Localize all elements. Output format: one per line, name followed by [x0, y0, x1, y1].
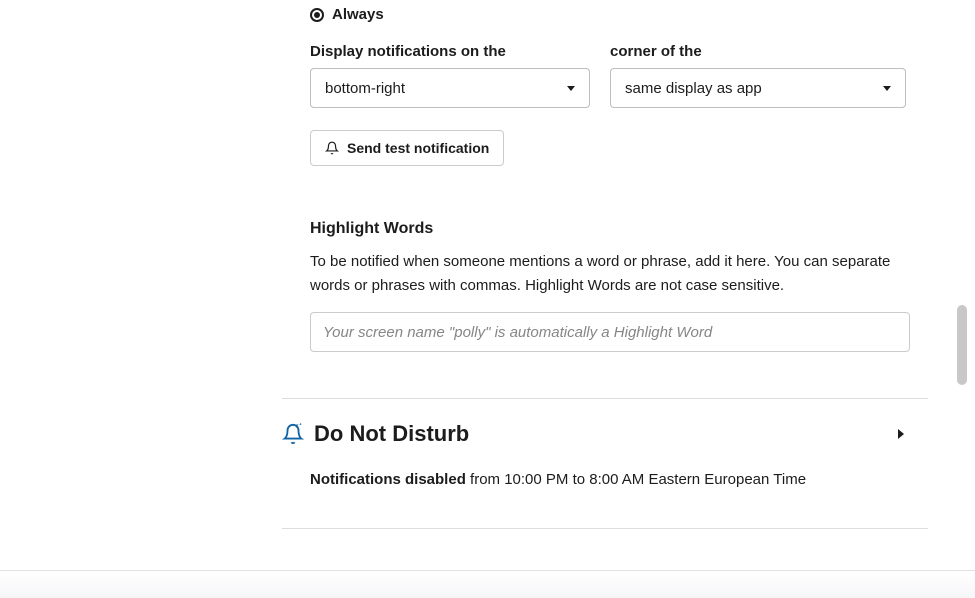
radio-always-label: Always — [332, 6, 384, 23]
send-test-notification-button[interactable]: Send test notification — [310, 130, 504, 166]
svg-text:z: z — [299, 423, 302, 426]
highlight-words-description: To be notified when someone mentions a w… — [310, 250, 910, 298]
chevron-right-icon — [898, 429, 904, 439]
notification-display-value: same display as app — [625, 80, 762, 97]
scrollbar-thumb[interactable] — [957, 305, 967, 385]
bottom-edge — [0, 570, 975, 598]
display-label-part1: Display notifications on the — [310, 43, 590, 60]
section-divider — [282, 528, 928, 529]
do-not-disturb-header[interactable]: z z Do Not Disturb — [282, 421, 932, 447]
dnd-status-rest: from 10:00 PM to 8:00 AM Eastern Europea… — [466, 471, 806, 488]
notification-display-select[interactable]: same display as app — [610, 68, 906, 108]
notification-display-row: Display notifications on the bottom-righ… — [282, 43, 932, 108]
section-divider — [282, 398, 928, 399]
highlight-words-section: Highlight Words To be notified when some… — [282, 220, 932, 352]
send-test-notification-label: Send test notification — [347, 140, 489, 156]
notification-position-value: bottom-right — [325, 80, 405, 97]
do-not-disturb-section: z z Do Not Disturb Notifications disable… — [282, 421, 932, 488]
chevron-down-icon — [883, 86, 891, 91]
chevron-down-icon — [567, 86, 575, 91]
highlight-words-title: Highlight Words — [310, 220, 932, 238]
bell-icon — [325, 141, 339, 155]
notification-position-select[interactable]: bottom-right — [310, 68, 590, 108]
radio-selected-icon — [310, 8, 324, 22]
svg-text:z: z — [296, 424, 299, 430]
scrollbar[interactable] — [957, 0, 967, 598]
settings-content: Always Display notifications on the bott… — [282, 0, 932, 529]
do-not-disturb-status: Notifications disabled from 10:00 PM to … — [282, 471, 932, 488]
notification-display-col: corner of the same display as app — [610, 43, 906, 108]
display-label-part2: corner of the — [610, 43, 906, 60]
notification-position-col: Display notifications on the bottom-righ… — [310, 43, 590, 108]
dnd-icon: z z — [282, 423, 304, 445]
do-not-disturb-title: Do Not Disturb — [314, 421, 469, 447]
highlight-words-input[interactable] — [310, 312, 910, 352]
radio-always-row[interactable]: Always — [282, 6, 932, 23]
dnd-status-strong: Notifications disabled — [310, 471, 466, 488]
